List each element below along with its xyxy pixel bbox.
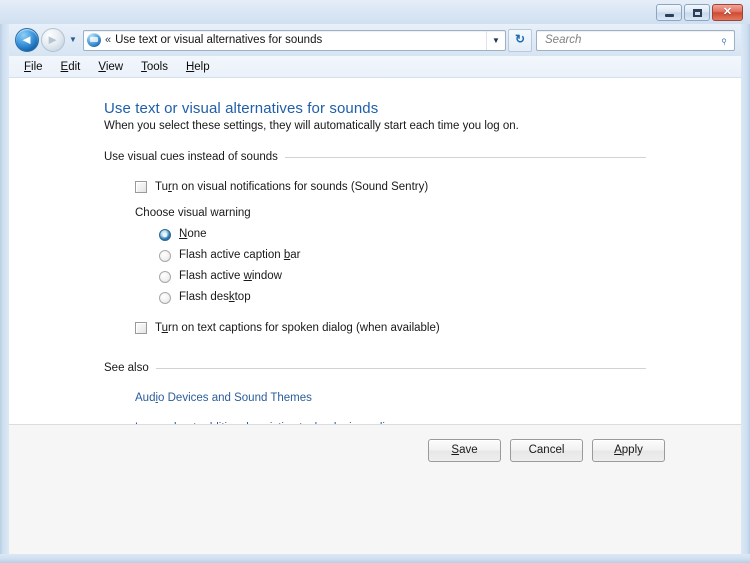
settings-page: Use text or visual alternatives for soun… xyxy=(9,78,741,434)
menu-item-view[interactable]: View xyxy=(89,58,132,76)
close-icon: ✕ xyxy=(722,6,733,18)
radio-row-none[interactable]: None xyxy=(159,227,741,241)
radio-row-flash-caption-bar[interactable]: Flash active caption bar xyxy=(159,248,741,262)
control-panel-icon xyxy=(87,33,101,47)
radio-flash-caption-bar-label: Flash active caption bar xyxy=(179,249,301,261)
button-bar: Save Cancel Apply xyxy=(9,424,741,554)
back-button[interactable]: ◄ xyxy=(15,28,39,52)
sound-sentry-checkbox[interactable] xyxy=(135,181,147,193)
page-title: Use text or visual alternatives for soun… xyxy=(104,100,379,117)
save-button[interactable]: Save xyxy=(428,439,501,462)
radio-none[interactable] xyxy=(159,229,171,241)
navigation-bar: ◄ ► ▼ « Use text or visual alternatives … xyxy=(9,24,741,56)
search-input[interactable] xyxy=(543,33,714,47)
menu-item-tools[interactable]: Tools xyxy=(132,58,177,76)
cancel-button[interactable]: Cancel xyxy=(510,439,583,462)
window-controls: ✕ xyxy=(656,4,743,21)
link-audio-devices-and-sound-themes[interactable]: Audio Devices and Sound Themes xyxy=(135,392,312,404)
radio-flash-desktop[interactable] xyxy=(159,292,171,304)
see-also-rule xyxy=(155,367,646,369)
group-header-label: Use visual cues instead of sounds xyxy=(104,151,278,163)
choose-visual-warning-label: Choose visual warning xyxy=(135,207,251,219)
radio-row-flash-window[interactable]: Flash active window xyxy=(159,269,741,283)
forward-arrow-icon: ► xyxy=(46,32,59,47)
address-dropdown-icon[interactable]: ▼ xyxy=(486,30,505,50)
menu-item-edit[interactable]: Edit xyxy=(52,58,90,76)
text-captions-checkbox[interactable] xyxy=(135,322,147,334)
group-header-rule xyxy=(284,156,646,158)
see-also-label: See also xyxy=(104,362,149,374)
radio-flash-caption-bar[interactable] xyxy=(159,250,171,262)
apply-button[interactable]: Apply xyxy=(592,439,665,462)
radio-flash-desktop-label: Flash desktop xyxy=(179,291,251,303)
button-group: Save Cancel Apply xyxy=(9,425,741,462)
minimize-button[interactable] xyxy=(656,4,682,21)
checkbox-row-sound-sentry[interactable]: Turn on visual notifications for sounds … xyxy=(135,180,741,194)
content-area: Use text or visual alternatives for soun… xyxy=(9,78,741,554)
back-arrow-icon: ◄ xyxy=(20,32,33,47)
window-frame-left xyxy=(0,0,9,563)
window-frame-right xyxy=(741,0,750,563)
refresh-button[interactable]: ↻ xyxy=(508,28,532,52)
history-dropdown-button[interactable]: ▼ xyxy=(67,36,79,44)
breadcrumb-chevron-icon[interactable]: « xyxy=(105,34,111,46)
maximize-button[interactable] xyxy=(684,4,710,21)
radio-row-flash-desktop[interactable]: Flash desktop xyxy=(159,290,741,304)
close-button[interactable]: ✕ xyxy=(712,4,743,21)
search-icon: ⌕ xyxy=(716,32,732,47)
window-frame-bottom xyxy=(0,554,750,563)
menu-bar: File Edit View Tools Help xyxy=(9,56,741,78)
address-bar[interactable]: « Use text or visual alternatives for so… xyxy=(83,29,506,51)
radio-flash-window[interactable] xyxy=(159,271,171,283)
search-box[interactable]: ⌕ xyxy=(536,29,735,51)
text-captions-label: Turn on text captions for spoken dialog … xyxy=(155,322,440,334)
forward-button[interactable]: ► xyxy=(41,28,65,52)
checkbox-row-text-captions[interactable]: Turn on text captions for spoken dialog … xyxy=(135,321,741,335)
menu-item-help[interactable]: Help xyxy=(177,58,219,76)
page-subtitle: When you select these settings, they wil… xyxy=(104,120,519,132)
group-header-visual-cues: Use visual cues instead of sounds xyxy=(104,151,646,163)
sound-sentry-label: Turn on visual notifications for sounds … xyxy=(155,181,429,193)
title-bar[interactable]: ✕ xyxy=(0,0,750,24)
refresh-icon: ↻ xyxy=(514,31,526,46)
address-text: Use text or visual alternatives for soun… xyxy=(115,34,323,46)
menu-item-file[interactable]: File xyxy=(15,58,52,76)
link-row-audio-devices: Audio Devices and Sound Themes xyxy=(135,388,741,406)
radio-none-label: None xyxy=(179,228,207,240)
application-window: ✕ ◄ ► ▼ « Use text or visual alternative… xyxy=(0,0,750,563)
group-header-see-also: See also xyxy=(104,362,646,374)
radio-flash-window-label: Flash active window xyxy=(179,270,282,282)
